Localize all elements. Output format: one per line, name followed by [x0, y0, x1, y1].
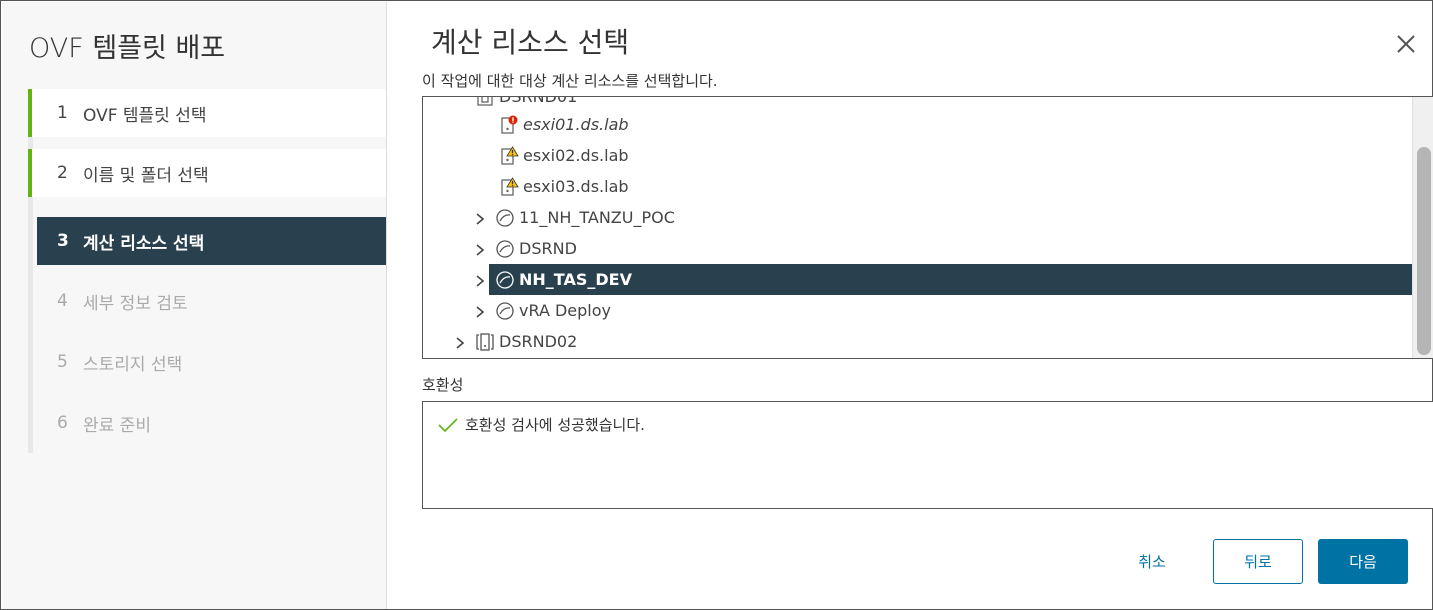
tree-scrollbar[interactable]	[1412, 97, 1433, 358]
step-label: 세부 정보 검토	[83, 293, 188, 314]
tree-node-label: esxi02.ds.lab	[523, 146, 629, 165]
step-2[interactable]: 2 이름 및 폴더 선택	[28, 149, 386, 197]
tree-node-label: esxi01.ds.lab	[523, 115, 629, 134]
tree-node-label: NH_TAS_DEV	[519, 270, 632, 289]
step-1[interactable]: 1 OVF 템플릿 선택	[28, 89, 386, 137]
resource-pool-icon	[495, 208, 515, 228]
host-warning-icon	[499, 176, 519, 197]
tree-node-label: esxi03.ds.lab	[523, 177, 629, 196]
next-button[interactable]: 다음	[1318, 539, 1408, 584]
chevron-right-icon[interactable]	[473, 273, 487, 287]
compute-resource-tree: DSRND01 esxi01.ds.lab esxi02.ds.lab esxi…	[422, 96, 1433, 359]
step-label: 계산 리소스 선택	[83, 233, 205, 254]
compatibility-message: 호환성 검사에 성공했습니다.	[437, 414, 645, 435]
check-icon	[437, 416, 459, 434]
back-button[interactable]: 뒤로	[1213, 539, 1303, 584]
chevron-right-icon[interactable]	[453, 335, 467, 349]
step-number: 2	[57, 163, 68, 183]
step-label: OVF 템플릿 선택	[83, 105, 207, 126]
tree-node-label: DSRND02	[499, 332, 578, 351]
step-number: 1	[57, 103, 68, 123]
tree-node-chevron-wrap	[473, 264, 487, 295]
step-label: 스토리지 선택	[83, 354, 183, 375]
scrollbar-thumb[interactable]	[1417, 147, 1431, 355]
step-number: 5	[57, 352, 68, 372]
tree-node-host[interactable]: esxi02.ds.lab	[499, 140, 629, 171]
step-number: 3	[57, 231, 69, 251]
step-5: 5 스토리지 선택	[28, 338, 386, 386]
chevron-right-icon[interactable]	[473, 304, 487, 318]
tree-node-host[interactable]: esxi01.ds.lab	[499, 109, 629, 140]
tree-node-resource-pool-selected[interactable]: NH_TAS_DEV	[489, 264, 1412, 295]
resource-pool-icon	[495, 239, 515, 259]
cancel-button[interactable]: 취소	[1111, 539, 1193, 584]
host-error-icon	[499, 115, 519, 135]
resource-pool-icon	[495, 301, 515, 321]
step-label: 이름 및 폴더 선택	[83, 165, 209, 186]
compatibility-message-text: 호환성 검사에 성공했습니다.	[465, 416, 645, 434]
chevron-right-icon[interactable]	[473, 242, 487, 256]
wizard-title: OVF 템플릿 배포	[29, 33, 226, 64]
close-icon[interactable]	[1394, 32, 1418, 56]
tree-node-label: DSRND	[519, 239, 577, 258]
step-number: 4	[57, 291, 68, 311]
step-4: 4 세부 정보 검토	[28, 277, 386, 325]
cluster-icon	[475, 97, 495, 107]
host-warning-icon	[499, 145, 519, 166]
wizard-dialog: OVF 템플릿 배포 1 OVF 템플릿 선택 2 이름 및 폴더 선택 3 계…	[0, 0, 1433, 610]
tree-node-label: vRA Deploy	[519, 301, 611, 320]
step-6: 6 완료 준비	[28, 399, 386, 447]
tree-node-resource-pool[interactable]: 11_NH_TANZU_POC	[473, 202, 675, 233]
tree-node-label: DSRND01	[499, 96, 578, 106]
chevron-right-icon[interactable]	[473, 211, 487, 225]
step-3[interactable]: 3 계산 리소스 선택	[37, 217, 386, 265]
page-title: 계산 리소스 선택	[431, 26, 630, 59]
cluster-icon	[475, 332, 495, 352]
step-label: 완료 준비	[83, 415, 151, 436]
tree-node-label: 11_NH_TANZU_POC	[519, 208, 675, 227]
tree-node-resource-pool[interactable]: vRA Deploy	[473, 295, 611, 326]
resource-pool-icon	[495, 270, 515, 290]
step-number: 6	[57, 413, 68, 433]
compatibility-panel: 호환성 검사에 성공했습니다.	[422, 401, 1433, 509]
tree-node-cluster[interactable]: DSRND02	[453, 326, 577, 357]
tree-node-resource-pool[interactable]: DSRND	[473, 233, 577, 264]
page-subtitle: 이 작업에 대한 대상 계산 리소스를 선택합니다.	[422, 72, 718, 90]
tree-node-host[interactable]: esxi03.ds.lab	[499, 171, 629, 202]
compatibility-label: 호환성	[422, 376, 464, 394]
